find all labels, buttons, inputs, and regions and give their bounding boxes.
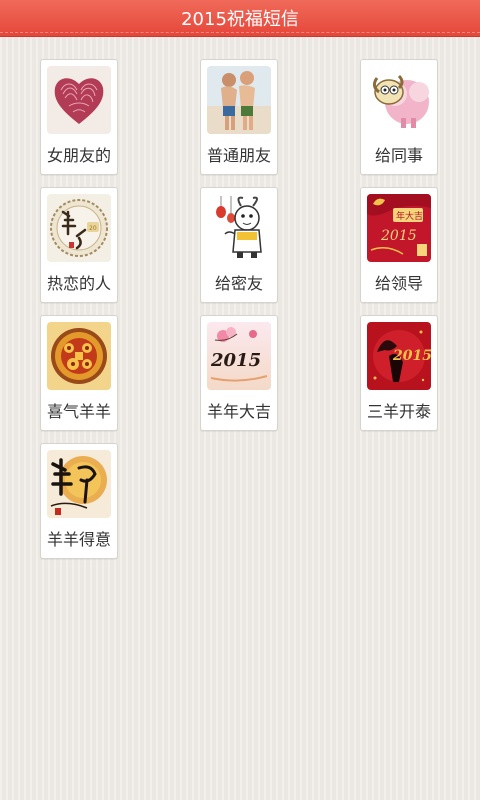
app-title: 2015祝福短信 [181, 9, 299, 30]
category-tile-boss[interactable]: 年大吉 2015 给领导 [360, 187, 438, 303]
svg-text:2015: 2015 [210, 350, 261, 371]
category-tile-festive-sheep[interactable]: 喜气羊羊 [40, 315, 118, 431]
svg-text:2015: 2015 [380, 228, 417, 244]
svg-text:2015: 2015 [392, 348, 431, 364]
category-label: 羊羊得意 [46, 530, 111, 549]
category-label: 喜气羊羊 [46, 402, 111, 421]
category-label: 热恋的人 [46, 274, 111, 293]
fingerprint-heart-icon [47, 66, 111, 134]
sheep-brush-character-icon [47, 450, 111, 518]
red-2015-goat-icon: 2015 [367, 322, 431, 390]
category-tile-year-of-goat[interactable]: 2015 羊年大吉 [200, 315, 278, 431]
category-tile-colleagues[interactable]: 给同事 [360, 59, 438, 175]
category-label: 普通朋友 [206, 146, 271, 165]
category-tile-three-sheep[interactable]: 2015 三羊开泰 [360, 315, 438, 431]
category-label: 三羊开泰 [366, 402, 431, 421]
golden-papercut-icon [47, 322, 111, 390]
title-bar: 2015祝福短信 [0, 0, 480, 37]
cartoon-goat-lantern-icon [207, 194, 271, 262]
friends-beach-photo-icon [207, 66, 271, 134]
cartoon-sheep-icon [367, 66, 431, 134]
title-bar-stitch [0, 32, 480, 33]
category-label: 给密友 [214, 274, 263, 293]
category-tile-girlfriend[interactable]: 女朋友的 [40, 59, 118, 175]
category-label: 女朋友的 [46, 146, 111, 165]
category-label: 给领导 [374, 274, 423, 293]
svg-text:20: 20 [89, 225, 97, 232]
category-tile-lovers[interactable]: 20 热恋的人 [40, 187, 118, 303]
red-year-card-icon: 年大吉 2015 [367, 194, 431, 262]
category-label: 羊年大吉 [206, 402, 271, 421]
category-label: 给同事 [374, 146, 423, 165]
category-tile-close-friends[interactable]: 给密友 [200, 187, 278, 303]
category-tile-ordinary-friends[interactable]: 普通朋友 [200, 59, 278, 175]
sheep-calligraphy-icon: 20 [47, 194, 111, 262]
2015-flowers-icon: 2015 [207, 322, 271, 390]
svg-text:年大吉: 年大吉 [396, 210, 423, 222]
category-tile-sheep-proud[interactable]: 羊羊得意 [40, 443, 118, 559]
